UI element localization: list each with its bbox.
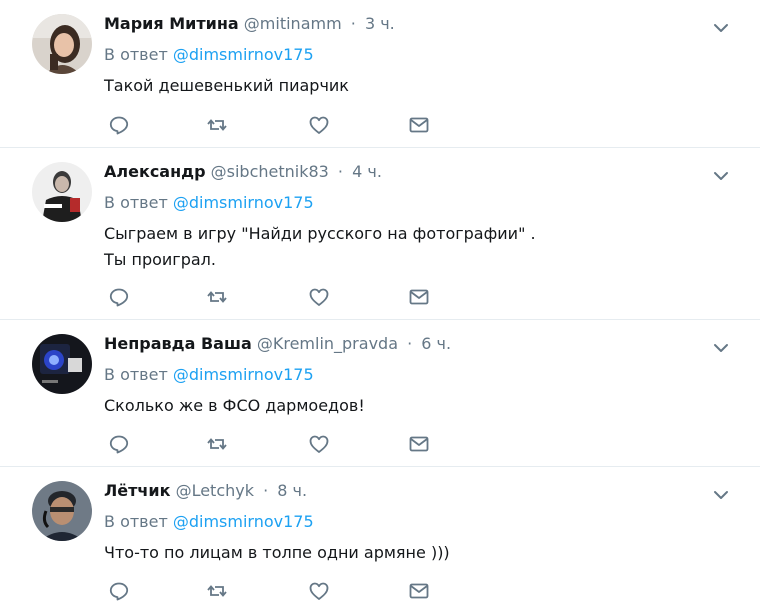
like-button[interactable] <box>308 433 330 455</box>
author-handle[interactable]: @Kremlin_pravda <box>257 334 398 353</box>
author-handle[interactable]: @Letchyk <box>176 481 254 500</box>
envelope-icon <box>409 583 429 599</box>
tweet-actions <box>108 580 438 602</box>
timestamp[interactable]: 3 ч. <box>365 14 395 33</box>
author-handle[interactable]: @mitinamm <box>244 14 342 33</box>
tweet-text-line: Сколько же в ФСО дармоедов! <box>104 396 365 415</box>
reply-prefix: В ответ <box>104 193 168 212</box>
heart-icon <box>309 116 329 134</box>
envelope-icon <box>409 436 429 452</box>
tweet-header: Александр @sibchetnik83 · 4 ч. <box>104 162 382 182</box>
chevron-down-icon[interactable] <box>711 168 731 184</box>
reply-icon <box>109 288 129 307</box>
tweet-text: Что-то по лицам в толпе одни армяне ))) <box>104 540 450 566</box>
tweet-actions <box>108 433 438 455</box>
tweet-header: Лётчик @Letchyk · 8 ч. <box>104 481 307 501</box>
reply-mention-link[interactable]: @dimsmirnov175 <box>173 365 314 384</box>
avatar[interactable] <box>32 14 92 74</box>
heart-icon <box>309 288 329 306</box>
separator-dot: · <box>263 481 269 500</box>
reply-context: В ответ @dimsmirnov175 <box>104 44 314 66</box>
reply-mention-link[interactable]: @dimsmirnov175 <box>173 193 314 212</box>
direct-message-button[interactable] <box>408 286 430 308</box>
direct-message-button[interactable] <box>408 433 430 455</box>
tweet[interactable]: Мария Митина @mitinamm · 3 ч. В ответ @d… <box>0 0 760 148</box>
like-button[interactable] <box>308 114 330 136</box>
tweet-actions <box>108 286 438 308</box>
retweet-button[interactable] <box>206 114 228 136</box>
retweet-icon <box>207 438 227 450</box>
author-name[interactable]: Неправда Ваша <box>104 334 252 353</box>
separator-dot: · <box>337 162 344 181</box>
direct-message-button[interactable] <box>408 580 430 602</box>
reply-icon <box>109 435 129 454</box>
reply-context: В ответ @dimsmirnov175 <box>104 192 314 214</box>
reply-icon <box>109 582 129 601</box>
reply-prefix: В ответ <box>104 45 168 64</box>
timestamp[interactable]: 8 ч. <box>277 481 307 500</box>
reply-icon <box>109 116 129 135</box>
heart-icon <box>309 582 329 600</box>
reply-button[interactable] <box>108 114 130 136</box>
heart-icon <box>309 435 329 453</box>
tweet-text: Такой дешевенький пиарчик <box>104 73 349 99</box>
reply-context: В ответ @dimsmirnov175 <box>104 364 314 386</box>
retweet-icon <box>207 119 227 131</box>
author-name[interactable]: Лётчик <box>104 481 170 500</box>
reply-button[interactable] <box>108 433 130 455</box>
avatar[interactable] <box>32 481 92 541</box>
avatar[interactable] <box>32 334 92 394</box>
reply-button[interactable] <box>108 286 130 308</box>
tweet-actions <box>108 114 438 136</box>
tweet-header: Мария Митина @mitinamm · 3 ч. <box>104 14 395 34</box>
tweet-text-line: Сыграем в игру "Найди русского на фотогр… <box>104 224 536 243</box>
envelope-icon <box>409 289 429 305</box>
retweet-button[interactable] <box>206 433 228 455</box>
tweet-text-line: Ты проиграл. <box>104 250 216 269</box>
like-button[interactable] <box>308 286 330 308</box>
reply-prefix: В ответ <box>104 365 168 384</box>
timestamp[interactable]: 6 ч. <box>421 334 451 353</box>
timestamp[interactable]: 4 ч. <box>352 162 382 181</box>
tweet-text: Сколько же в ФСО дармоедов! <box>104 393 365 419</box>
reply-prefix: В ответ <box>104 512 168 531</box>
tweet-text-line: Такой дешевенький пиарчик <box>104 76 349 95</box>
retweet-icon <box>207 585 227 597</box>
tweet-text: Сыграем в игру "Найди русского на фотогр… <box>104 221 536 273</box>
author-handle[interactable]: @sibchetnik83 <box>211 162 329 181</box>
reply-button[interactable] <box>108 580 130 602</box>
author-name[interactable]: Александр <box>104 162 206 181</box>
separator-dot: · <box>407 334 413 353</box>
envelope-icon <box>409 117 429 133</box>
separator-dot: · <box>350 14 356 33</box>
replies-feed: Мария Митина @mitinamm · 3 ч. В ответ @d… <box>0 0 760 610</box>
retweet-icon <box>207 291 227 303</box>
avatar[interactable] <box>32 162 92 222</box>
tweet-header: Неправда Ваша @Kremlin_pravda · 6 ч. <box>104 334 451 354</box>
reply-mention-link[interactable]: @dimsmirnov175 <box>173 45 314 64</box>
like-button[interactable] <box>308 580 330 602</box>
chevron-down-icon[interactable] <box>711 20 731 36</box>
tweet[interactable]: Лётчик @Letchyk · 8 ч. В ответ @dimsmirn… <box>0 467 760 610</box>
retweet-button[interactable] <box>206 286 228 308</box>
tweet[interactable]: Неправда Ваша @Kremlin_pravda · 6 ч. В о… <box>0 320 760 467</box>
reply-mention-link[interactable]: @dimsmirnov175 <box>173 512 314 531</box>
chevron-down-icon[interactable] <box>711 340 731 356</box>
author-name[interactable]: Мария Митина <box>104 14 239 33</box>
reply-context: В ответ @dimsmirnov175 <box>104 511 314 533</box>
retweet-button[interactable] <box>206 580 228 602</box>
chevron-down-icon[interactable] <box>711 487 731 503</box>
direct-message-button[interactable] <box>408 114 430 136</box>
tweet[interactable]: Александр @sibchetnik83 · 4 ч. В ответ @… <box>0 148 760 320</box>
tweet-text-line: Что-то по лицам в толпе одни армяне ))) <box>104 543 450 562</box>
